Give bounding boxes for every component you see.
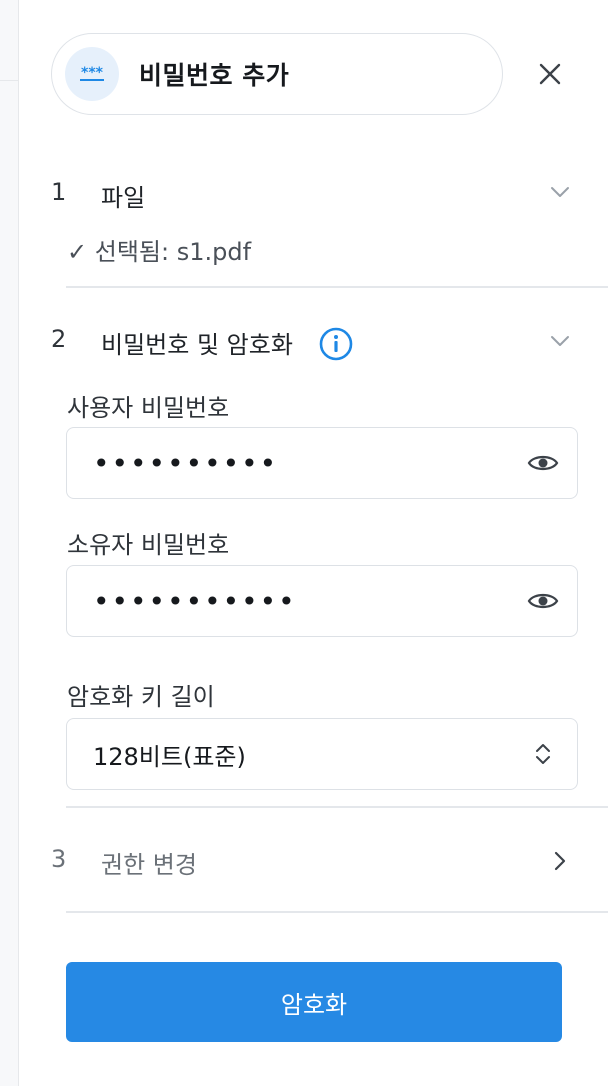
chevron-down-icon: [546, 178, 574, 206]
chevron-right-icon: [546, 847, 574, 875]
background-divider: [0, 80, 18, 81]
owner-password-value[interactable]: •••••••••••: [93, 585, 525, 618]
password-icon: ***: [65, 47, 119, 101]
step-file-header[interactable]: 1 파일: [51, 178, 571, 212]
close-icon: [539, 63, 561, 85]
owner-password-field[interactable]: •••••••••••: [66, 565, 578, 637]
user-password-field[interactable]: ••••••••••: [66, 427, 578, 499]
eye-icon: [527, 593, 559, 609]
step-title: 비밀번호 및 암호화: [101, 331, 293, 359]
encrypt-button[interactable]: 암호화: [66, 962, 562, 1042]
user-password-value[interactable]: ••••••••••: [93, 447, 525, 480]
step-title: 파일: [101, 184, 146, 212]
step-title: 권한 변경: [101, 851, 197, 879]
divider: [66, 286, 608, 288]
file-selected-status: ✓ 선택됨: s1.pdf: [67, 238, 252, 266]
owner-password-label: 소유자 비밀번호: [67, 531, 230, 559]
step-number: 2: [51, 325, 67, 353]
step-password-header[interactable]: 2 비밀번호 및 암호화: [51, 325, 574, 361]
step-number: 1: [51, 178, 67, 206]
chevron-down-icon: [546, 327, 574, 355]
select-arrows-icon: [525, 736, 561, 772]
background-panel: [0, 0, 19, 1086]
user-password-label: 사용자 비밀번호: [67, 394, 230, 422]
key-length-label: 암호화 키 길이: [67, 683, 215, 711]
svg-text:***: ***: [81, 65, 104, 81]
close-button[interactable]: [534, 58, 566, 90]
step-permissions-header[interactable]: 3 권한 변경: [51, 845, 571, 879]
show-password-button[interactable]: [525, 583, 561, 619]
key-length-select[interactable]: 128비트(표준): [66, 718, 578, 790]
page-title: 비밀번호 추가: [139, 61, 290, 90]
key-length-value[interactable]: 128비트(표준): [93, 737, 525, 772]
eye-icon: [527, 455, 559, 471]
show-password-button[interactable]: [525, 445, 561, 481]
divider: [66, 806, 608, 808]
tool-header: *** 비밀번호 추가: [51, 33, 503, 115]
info-icon[interactable]: [319, 327, 353, 361]
add-password-panel: *** 비밀번호 추가 1 파일 ✓ 선택됨: s1.pdf 2 비밀번호 및 …: [19, 0, 608, 1086]
divider: [66, 911, 608, 913]
step-number: 3: [51, 845, 67, 873]
